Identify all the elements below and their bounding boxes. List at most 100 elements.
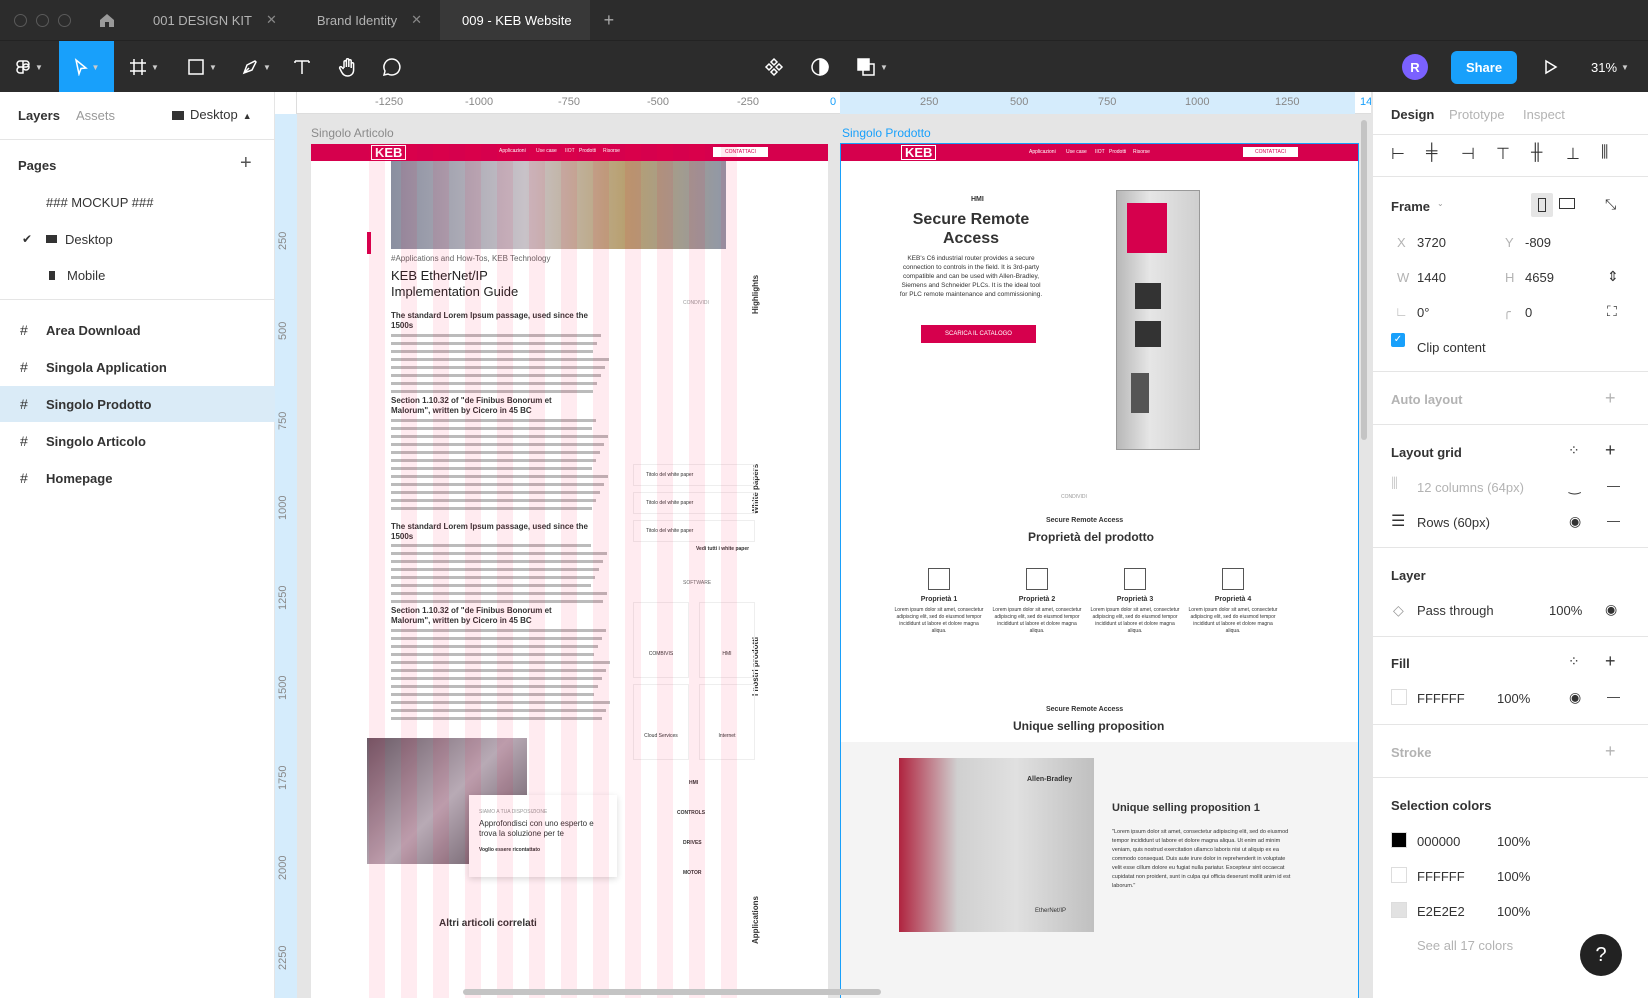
layer-singolo-articolo[interactable]: # Singolo Articolo <box>0 423 275 459</box>
tab-keb-website[interactable]: 009 - KEB Website <box>440 0 590 40</box>
comment-tool-button[interactable] <box>376 41 408 93</box>
nav-item[interactable]: Applicazioni <box>1029 149 1056 155</box>
page-mockup[interactable]: ### MOCKUP ### <box>0 184 275 220</box>
add-auto-layout-button[interactable]: + <box>1605 388 1616 409</box>
text-tool-button[interactable] <box>286 41 318 93</box>
zoom-dropdown[interactable]: 31% ▼ <box>1584 41 1636 93</box>
tab-design[interactable]: Design <box>1391 107 1434 122</box>
independent-corners-icon[interactable]: ⛶ <box>1607 303 1617 320</box>
device-dropdown[interactable]: Desktop ▲ <box>172 107 252 122</box>
page-desktop[interactable]: ✔ Desktop <box>0 221 275 257</box>
eye-icon[interactable]: ◉ <box>1569 689 1581 706</box>
remove-grid-button[interactable]: — <box>1607 478 1620 493</box>
canvas[interactable]: -1250 -1000 -750 -500 -250 0 250 500 750… <box>275 92 1371 998</box>
constrain-proportions-icon[interactable]: ⇕ <box>1607 268 1619 285</box>
window-zoom-button[interactable] <box>58 13 71 27</box>
remove-grid-button[interactable]: — <box>1607 513 1620 528</box>
remove-fill-button[interactable]: — <box>1607 689 1620 704</box>
fill-swatch[interactable] <box>1391 689 1407 705</box>
portrait-orientation-button[interactable] <box>1531 193 1553 217</box>
grid-rows-label[interactable]: Rows (60px) <box>1417 515 1490 530</box>
window-close-button[interactable] <box>14 13 27 27</box>
nav-item[interactable]: Risorse <box>1133 149 1150 155</box>
help-button[interactable]: ? <box>1580 934 1622 976</box>
nav-item[interactable]: Prodotti <box>1109 149 1126 155</box>
height-input[interactable]: 4659 <box>1525 270 1554 285</box>
close-icon[interactable]: ✕ <box>266 12 277 28</box>
add-stroke-button[interactable]: + <box>1605 741 1616 762</box>
grid-styles-icon[interactable]: ⁘ <box>1568 442 1580 459</box>
blend-mode-dropdown[interactable]: Pass through <box>1417 603 1494 618</box>
rotation-input[interactable]: 0° <box>1417 305 1429 320</box>
share-button[interactable]: Share <box>1450 41 1518 93</box>
corner-radius-input[interactable]: 0 <box>1525 305 1532 320</box>
home-icon[interactable] <box>93 0 121 40</box>
components-button[interactable] <box>758 41 790 93</box>
tab-inspect[interactable]: Inspect <box>1523 107 1565 122</box>
layer-singolo-prodotto[interactable]: # Singolo Prodotto <box>0 386 275 422</box>
download-catalog-button[interactable]: SCARICA IL CATALOGO <box>921 325 1036 343</box>
nav-item[interactable]: IIOT <box>1095 149 1105 155</box>
layer-opacity-input[interactable]: 100% <box>1549 603 1582 618</box>
hand-tool-button[interactable] <box>332 41 364 93</box>
add-fill-button[interactable]: + <box>1605 651 1616 672</box>
rows-grid-icon[interactable]: ☰ <box>1391 511 1405 531</box>
fill-hex-input[interactable]: FFFFFF <box>1417 691 1465 706</box>
columns-grid-icon[interactable]: ⦀ <box>1391 476 1398 494</box>
add-grid-button[interactable]: + <box>1605 440 1616 461</box>
x-input[interactable]: 3720 <box>1417 235 1446 250</box>
align-bottom-icon[interactable]: ⊥ <box>1566 144 1580 164</box>
y-input[interactable]: -809 <box>1525 235 1551 250</box>
align-horizontal-center-icon[interactable]: ╪ <box>1426 144 1437 162</box>
tab-design-kit[interactable]: 001 DESIGN KIT ✕ <box>131 0 295 40</box>
present-button[interactable] <box>1536 41 1566 93</box>
see-all-colors-link[interactable]: See all 17 colors <box>1417 938 1513 953</box>
frame-tool-button[interactable]: ▼ <box>122 41 166 93</box>
color-opacity[interactable]: 100% <box>1497 904 1530 919</box>
align-left-icon[interactable]: ⊢ <box>1391 144 1405 164</box>
main-menu-button[interactable]: ▼ <box>8 41 50 93</box>
tab-prototype[interactable]: Prototype <box>1449 107 1505 122</box>
eye-hidden-icon[interactable]: ‿ <box>1569 478 1580 495</box>
contact-button[interactable]: CONTATTACI <box>1243 147 1298 157</box>
pen-tool-button[interactable]: ▼ <box>234 41 278 93</box>
fill-opacity-input[interactable]: 100% <box>1497 691 1530 706</box>
frame-label-singolo-prodotto[interactable]: Singolo Prodotto <box>842 126 931 140</box>
layer-singola-application[interactable]: # Singola Application <box>0 349 275 385</box>
align-top-icon[interactable]: ⊤ <box>1496 144 1510 164</box>
frame-section-title[interactable]: Frame <box>1391 199 1430 214</box>
close-icon[interactable]: ✕ <box>411 12 422 28</box>
new-tab-button[interactable]: + <box>604 10 615 31</box>
color-swatch[interactable] <box>1391 832 1407 848</box>
distribute-icon[interactable]: ⫼ <box>1601 144 1608 162</box>
move-tool-button[interactable]: ▼ <box>59 41 114 93</box>
clip-content-checkbox[interactable]: ✓ <box>1391 333 1405 347</box>
layer-homepage[interactable]: # Homepage <box>0 460 275 496</box>
align-right-icon[interactable]: ⊣ <box>1461 144 1475 164</box>
mask-button[interactable] <box>804 41 836 93</box>
page-mobile[interactable]: Mobile <box>0 257 275 293</box>
eye-icon[interactable]: ◉ <box>1605 601 1617 618</box>
align-vertical-center-icon[interactable]: ╫ <box>1531 144 1542 162</box>
color-swatch[interactable] <box>1391 902 1407 918</box>
layer-area-download[interactable]: # Area Download <box>0 312 275 348</box>
horizontal-scrollbar[interactable] <box>463 989 881 995</box>
width-input[interactable]: 1440 <box>1417 270 1446 285</box>
color-hex[interactable]: FFFFFF <box>1417 869 1465 884</box>
vertical-scrollbar[interactable] <box>1361 120 1367 440</box>
tab-assets[interactable]: Assets <box>76 108 115 123</box>
color-hex[interactable]: E2E2E2 <box>1417 904 1465 919</box>
grid-columns-label[interactable]: 12 columns (64px) <box>1417 480 1524 495</box>
user-avatar[interactable]: R <box>1400 41 1430 93</box>
window-minimize-button[interactable] <box>36 13 49 27</box>
landscape-orientation-button[interactable] <box>1559 198 1575 209</box>
boolean-group-button[interactable]: ▼ <box>850 41 894 93</box>
frame-singolo-articolo[interactable]: KEB Applicazioni Use case IIOT Prodotti … <box>311 144 828 998</box>
tab-layers[interactable]: Layers <box>18 108 60 123</box>
fill-styles-icon[interactable]: ⁘ <box>1568 653 1580 670</box>
eye-icon[interactable]: ◉ <box>1569 513 1581 530</box>
color-hex[interactable]: 000000 <box>1417 834 1460 849</box>
add-page-button[interactable]: + <box>240 152 252 175</box>
color-opacity[interactable]: 100% <box>1497 834 1530 849</box>
nav-item[interactable]: Use case <box>1066 149 1087 155</box>
